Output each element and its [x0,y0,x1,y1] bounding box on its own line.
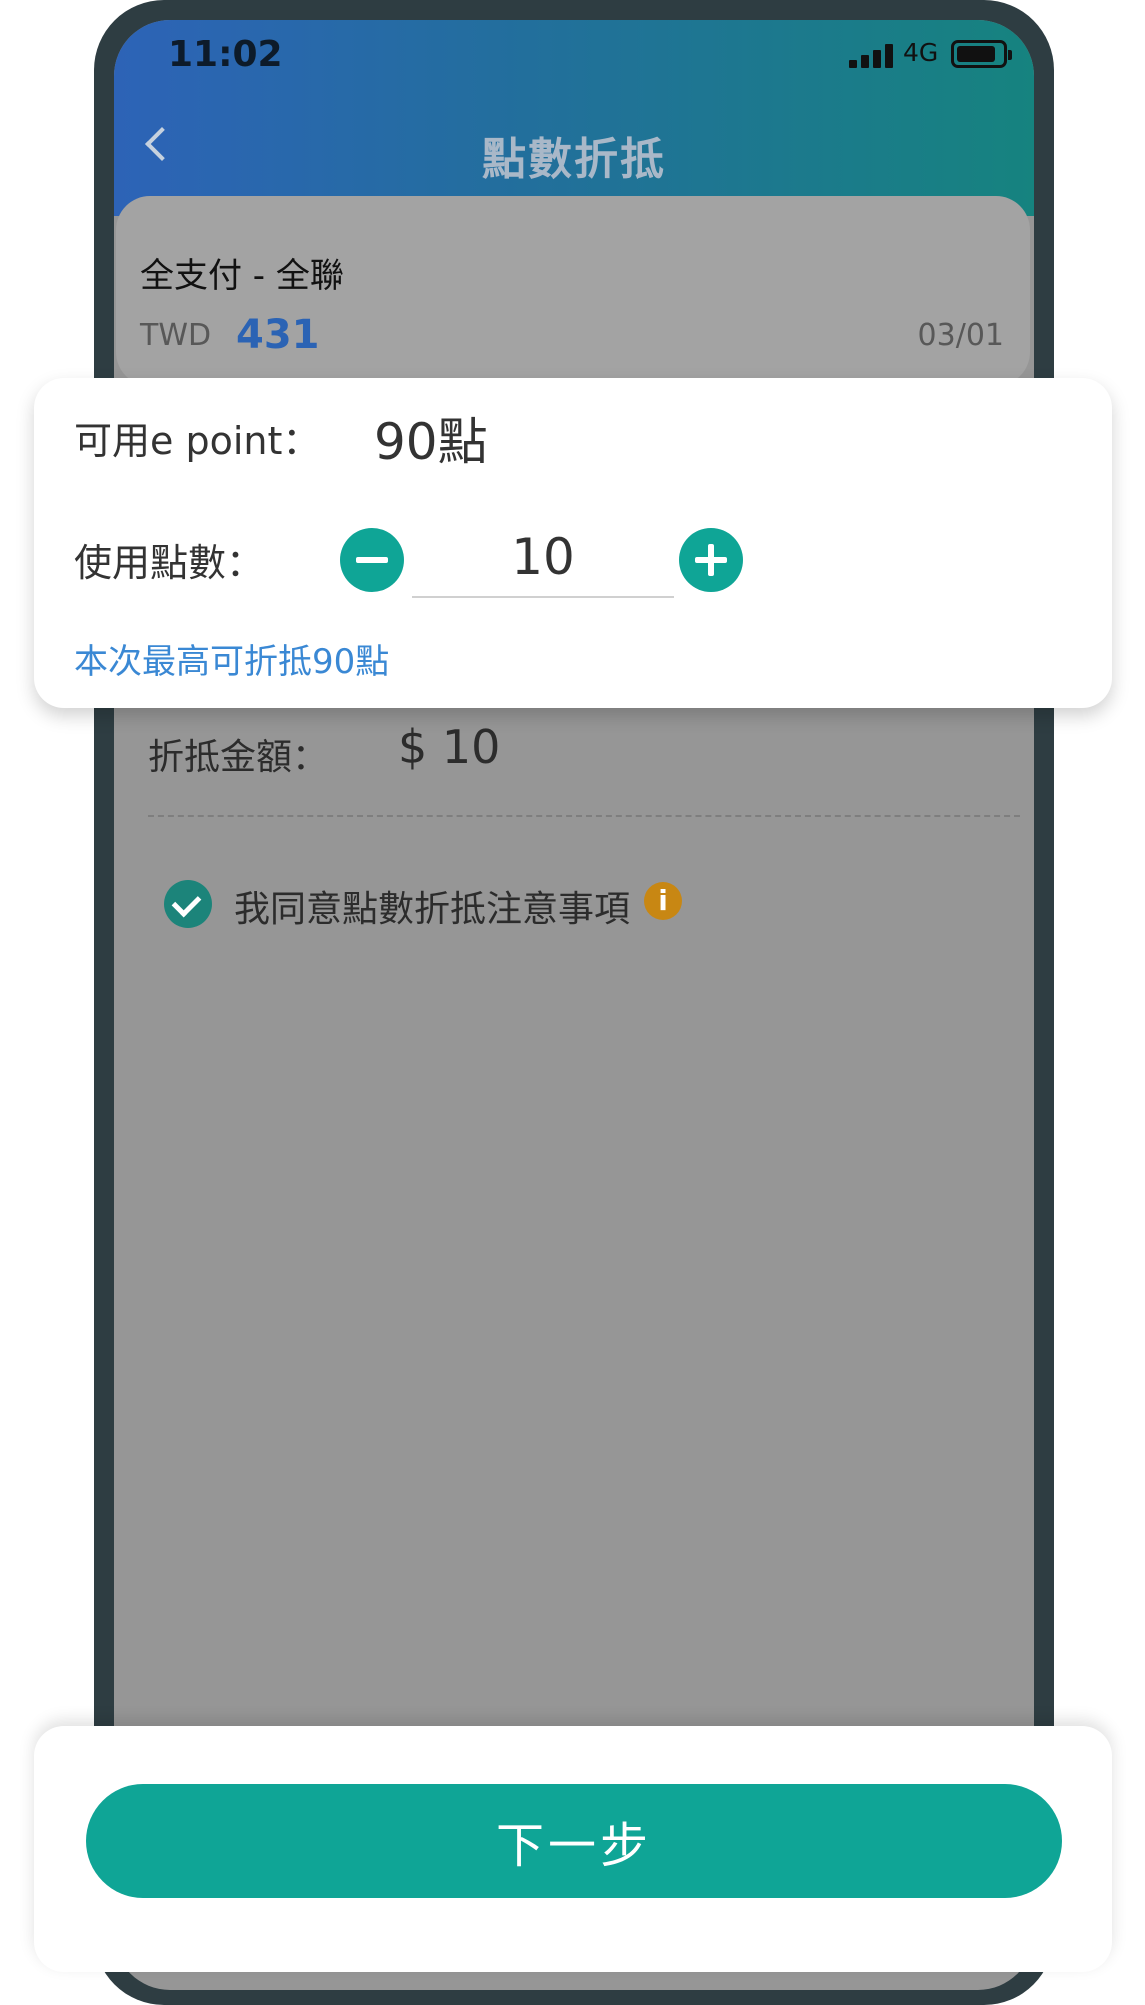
decrease-points-button[interactable] [340,528,404,592]
max-discount-note: 本次最高可折抵90點 [74,642,390,682]
use-points-label: 使用點數： [74,541,265,585]
minus-icon [340,528,404,592]
signal-icon [849,44,895,68]
available-points-value: 90點 [374,413,488,471]
agree-checkbox-icon[interactable] [164,880,212,928]
agree-label[interactable]: 我同意點數折抵注意事項 [234,880,630,932]
merchant-name: 全支付 - 全聯 [140,256,344,296]
merchant-card: 全支付 - 全聯 TWD 431 03/01 [116,196,1030,386]
divider [148,815,1020,817]
discount-value: $ 10 [398,720,501,774]
points-panel: 可用e point： 90點 使用點數： 本次最高可折抵90點 [34,378,1112,708]
app-screen: 11:02 4G 點數折抵 全支付 - 全聯 TWD 431 03/01 折抵金… [114,20,1034,1990]
network-type: 4G [903,38,939,67]
page-title: 點數折抵 [482,134,666,185]
footer-panel: 下一步 [34,1726,1112,1972]
currency-label: TWD [140,318,212,353]
phone-frame: 11:02 4G 點數折抵 全支付 - 全聯 TWD 431 03/01 折抵金… [94,0,1054,2005]
transaction-date: 03/01 [917,318,1004,353]
payment-amount: 431 [236,312,320,358]
status-time: 11:02 [168,34,283,75]
info-icon[interactable]: i [644,882,682,920]
battery-icon [951,40,1012,68]
available-points-label: 可用e point： [74,419,321,463]
increase-points-button[interactable] [679,528,743,592]
points-input[interactable] [412,518,674,598]
plus-icon [679,528,743,592]
next-step-button[interactable]: 下一步 [86,1784,1062,1898]
discount-label: 折抵金額： [148,737,329,778]
